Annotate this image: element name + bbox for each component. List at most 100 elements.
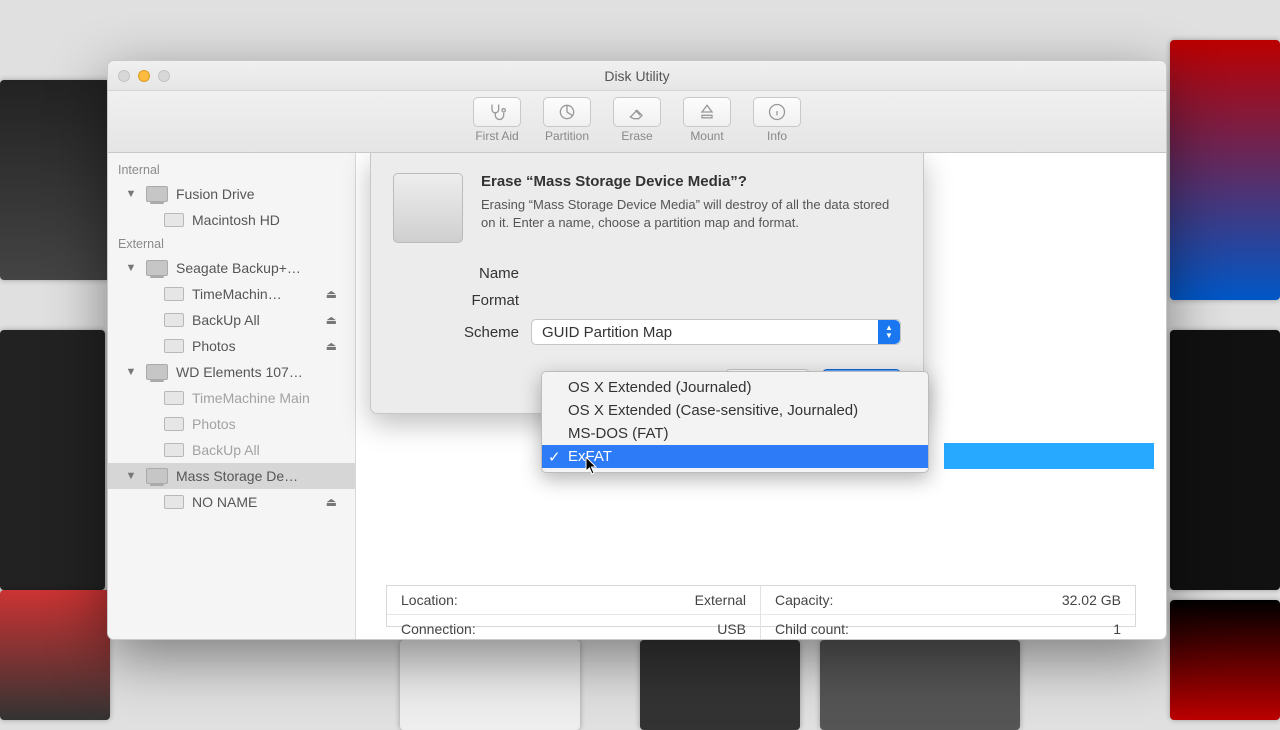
info-value: 32.02 GB — [1062, 592, 1121, 608]
sidebar-section-external: External — [108, 233, 355, 255]
sidebar-item-label: NO NAME — [192, 494, 257, 510]
info-button[interactable]: Info — [747, 95, 807, 145]
volume-icon — [164, 417, 184, 431]
sidebar-item-mass-storage[interactable]: ▼ Mass Storage De… — [108, 463, 355, 489]
eject-icon[interactable]: ⏏ — [326, 339, 337, 353]
desktop-bg-tile — [820, 640, 1020, 730]
disk-icon — [146, 364, 168, 380]
partition-button[interactable]: Partition — [537, 95, 597, 145]
sidebar-item-label: BackUp All — [192, 312, 260, 328]
desktop-bg-tile — [0, 80, 110, 280]
eject-icon[interactable]: ⏏ — [326, 495, 337, 509]
volume-icon — [164, 495, 184, 509]
sidebar-item-volume[interactable]: TimeMachin… ⏏ — [108, 281, 355, 307]
volume-icon — [164, 313, 184, 327]
volume-icon — [164, 213, 184, 227]
info-value: External — [695, 592, 746, 608]
sidebar-item-label: Macintosh HD — [192, 212, 280, 228]
sidebar-item-volume[interactable]: BackUp All — [108, 437, 355, 463]
sidebar-item-volume[interactable]: Photos ⏏ — [108, 333, 355, 359]
drive-icon — [393, 173, 463, 243]
titlebar[interactable]: Disk Utility — [108, 61, 1166, 91]
chevron-down-icon[interactable]: ▼ — [124, 262, 138, 274]
toolbar-label: Erase — [621, 129, 652, 143]
sidebar-item-label: Photos — [192, 416, 236, 432]
info-key: Child count: — [775, 621, 849, 637]
format-label: Format — [433, 292, 519, 309]
traffic-lights — [118, 70, 170, 82]
content-pane: Erase “Mass Storage Device Media”? Erasi… — [356, 153, 1166, 639]
volume-icon — [164, 443, 184, 457]
sheet-description: Erasing “Mass Storage Device Media” will… — [481, 196, 901, 231]
maximize-icon[interactable] — [158, 70, 170, 82]
mount-button[interactable]: Mount — [677, 95, 737, 145]
first-aid-button[interactable]: First Aid — [467, 95, 527, 145]
sidebar-item-label: Photos — [192, 338, 236, 354]
erase-button[interactable]: Erase — [607, 95, 667, 145]
sidebar-item-label: Fusion Drive — [176, 186, 255, 202]
info-value: 1 — [1113, 621, 1121, 637]
info-icon — [767, 102, 787, 122]
sidebar-item-volume[interactable]: BackUp All ⏏ — [108, 307, 355, 333]
toolbar-label: Mount — [690, 129, 723, 143]
desktop-bg-tile — [1170, 40, 1280, 300]
eject-icon[interactable]: ⏏ — [326, 313, 337, 327]
erase-sheet: Erase “Mass Storage Device Media”? Erasi… — [370, 153, 924, 414]
volume-icon — [164, 339, 184, 353]
sidebar-item-label: Seagate Backup+… — [176, 260, 301, 276]
chevron-down-icon[interactable]: ▼ — [124, 470, 138, 482]
scheme-select[interactable]: GUID Partition Map ▲▼ — [531, 319, 901, 345]
chevron-down-icon[interactable]: ▼ — [124, 188, 138, 200]
scheme-value: GUID Partition Map — [542, 324, 672, 341]
scheme-label: Scheme — [433, 324, 519, 341]
format-option-selected[interactable]: ExFAT — [542, 445, 928, 468]
name-label: Name — [433, 265, 519, 282]
sidebar-item-label: TimeMachin… — [192, 286, 282, 302]
disk-icon — [146, 260, 168, 276]
sidebar-section-internal: Internal — [108, 159, 355, 181]
toolbar-label: First Aid — [475, 129, 518, 143]
sidebar-item-label: Mass Storage De… — [176, 468, 298, 484]
stethoscope-icon — [487, 102, 507, 122]
desktop-bg-tile — [1170, 330, 1280, 590]
desktop-bg-tile — [0, 590, 110, 720]
window-title: Disk Utility — [118, 68, 1156, 84]
mount-icon — [697, 102, 717, 122]
select-arrows-icon: ▲▼ — [878, 320, 900, 344]
close-icon[interactable] — [118, 70, 130, 82]
format-option[interactable]: MS-DOS (FAT) — [542, 422, 928, 445]
info-grid: Location:External Connection:USB Partiti… — [386, 585, 1136, 627]
sidebar-item-label: TimeMachine Main — [192, 390, 310, 406]
sidebar: Internal ▼ Fusion Drive Macintosh HD Ext… — [108, 153, 356, 639]
info-key: Connection: — [401, 621, 476, 637]
format-option[interactable]: OS X Extended (Case-sensitive, Journaled… — [542, 399, 928, 422]
sidebar-item-macintosh-hd[interactable]: Macintosh HD — [108, 207, 355, 233]
sidebar-item-fusion-drive[interactable]: ▼ Fusion Drive — [108, 181, 355, 207]
sidebar-item-label: BackUp All — [192, 442, 260, 458]
info-value: USB — [717, 621, 746, 637]
desktop-bg-tile — [1170, 600, 1280, 720]
sidebar-item-volume[interactable]: Photos — [108, 411, 355, 437]
eject-icon[interactable]: ⏏ — [326, 287, 337, 301]
name-field-highlight — [944, 443, 1154, 469]
sheet-heading: Erase “Mass Storage Device Media”? — [481, 173, 901, 190]
disk-icon — [146, 468, 168, 484]
cursor-icon — [585, 457, 599, 475]
sidebar-item-volume[interactable]: TimeMachine Main — [108, 385, 355, 411]
format-dropdown: OS X Extended (Journaled) OS X Extended … — [541, 371, 929, 473]
volume-icon — [164, 287, 184, 301]
sidebar-item-seagate[interactable]: ▼ Seagate Backup+… — [108, 255, 355, 281]
sidebar-item-wd-elements[interactable]: ▼ WD Elements 107… — [108, 359, 355, 385]
format-option[interactable]: OS X Extended (Journaled) — [542, 376, 928, 399]
disk-icon — [146, 186, 168, 202]
sidebar-item-volume[interactable]: NO NAME ⏏ — [108, 489, 355, 515]
chevron-down-icon[interactable]: ▼ — [124, 366, 138, 378]
info-key: Capacity: — [775, 592, 833, 608]
info-key: Location: — [401, 592, 458, 608]
disk-utility-window: Disk Utility First Aid Partition Erase M… — [107, 60, 1167, 640]
volume-icon — [164, 391, 184, 405]
minimize-icon[interactable] — [138, 70, 150, 82]
toolbar-label: Info — [767, 129, 787, 143]
toolbar: First Aid Partition Erase Mount Info — [108, 91, 1166, 153]
toolbar-label: Partition — [545, 129, 589, 143]
